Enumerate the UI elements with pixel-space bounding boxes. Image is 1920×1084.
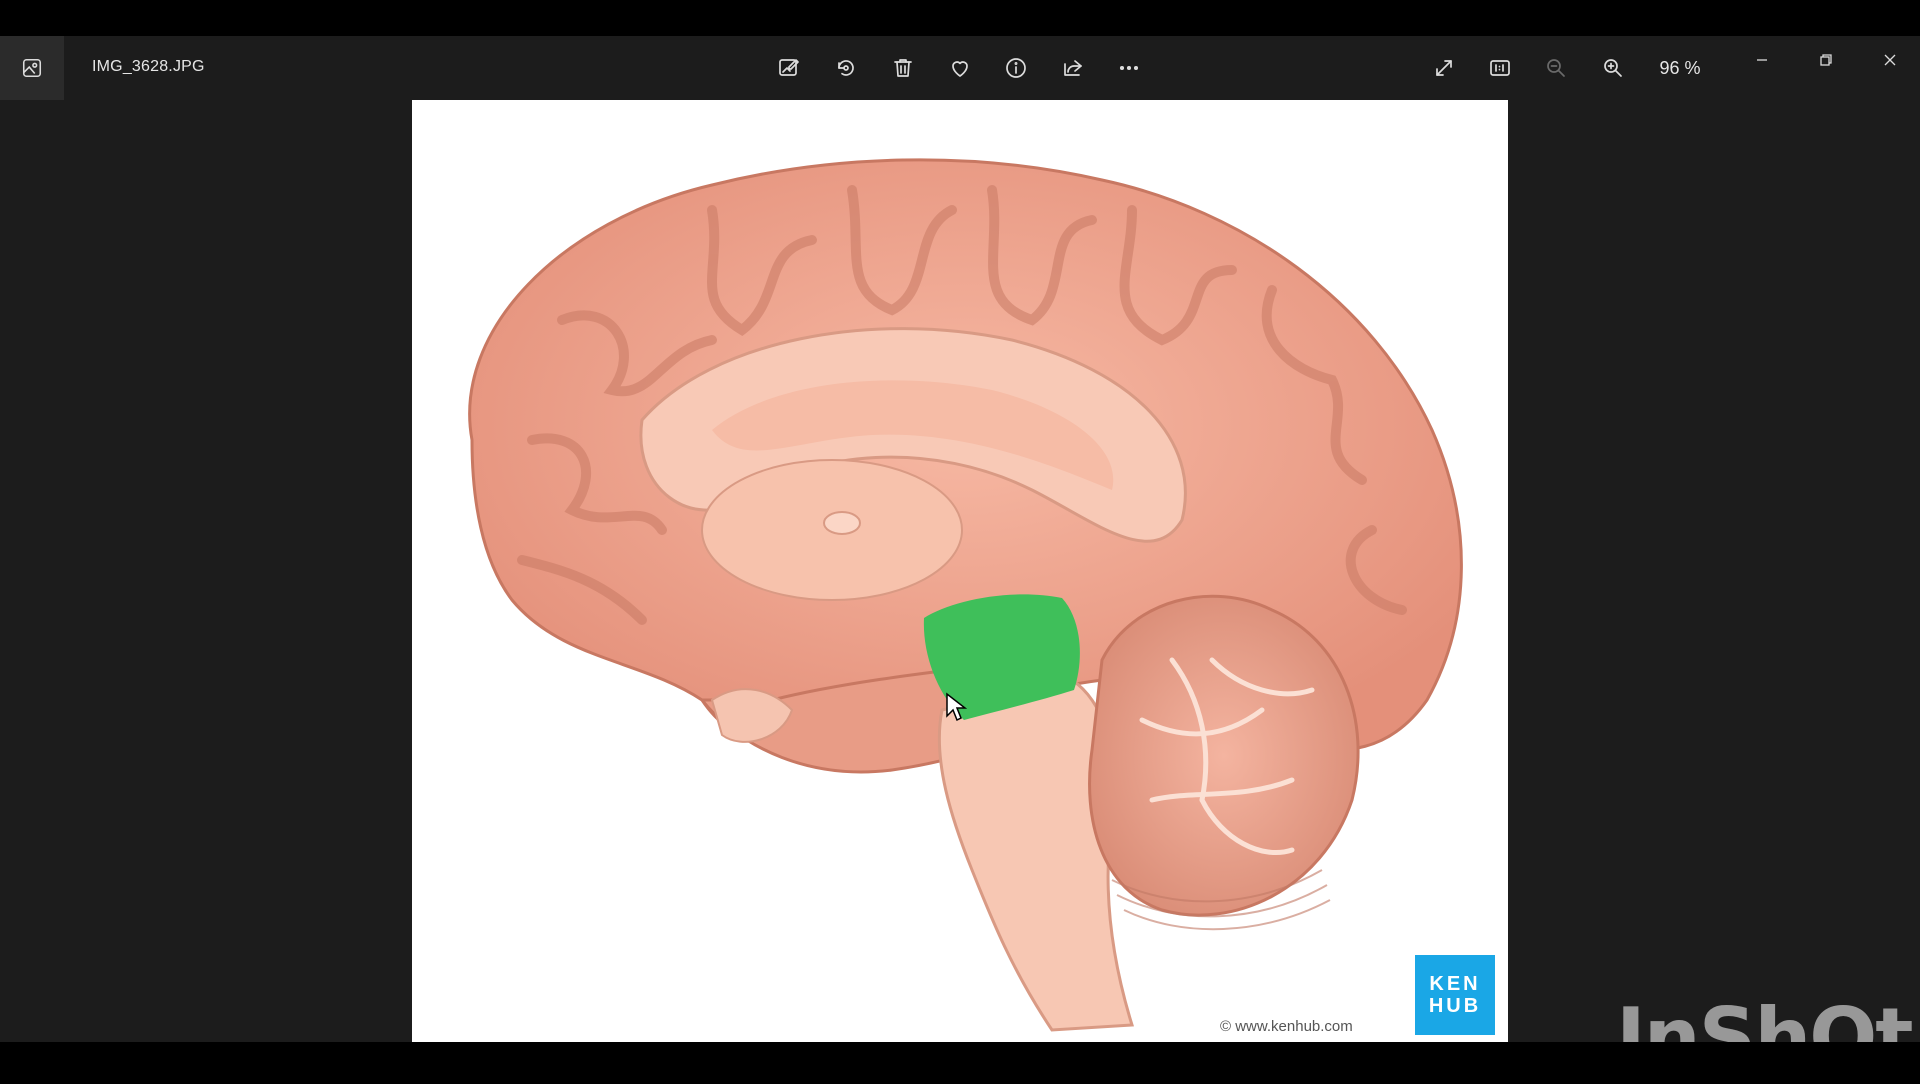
fullscreen-icon[interactable] <box>1426 50 1462 86</box>
zoom-level[interactable]: 96 % <box>1650 54 1710 82</box>
mouse-cursor-icon <box>946 692 967 722</box>
title-bar: IMG_3628.JPG 96 % <box>0 36 1920 100</box>
more-icon[interactable] <box>1111 50 1147 86</box>
top-letterbox <box>0 0 1920 36</box>
favorite-icon[interactable] <box>942 50 978 86</box>
actual-size-icon[interactable] <box>1482 50 1518 86</box>
zoom-in-icon[interactable] <box>1595 50 1631 86</box>
minimize-icon[interactable] <box>1734 40 1790 80</box>
delete-icon[interactable] <box>885 50 921 86</box>
image-canvas[interactable]: KEN HUB © www.kenhub.com <box>412 100 1508 1043</box>
brain-illustration <box>468 158 1463 1032</box>
share-icon[interactable] <box>1055 50 1091 86</box>
file-name: IMG_3628.JPG <box>92 58 205 75</box>
photos-app-window: IMG_3628.JPG 96 % KEN HUB © www.kenhub.c… <box>0 36 1920 1084</box>
logo-line-2: HUB <box>1428 995 1482 1017</box>
zoom-out-icon[interactable] <box>1538 50 1574 86</box>
close-icon[interactable] <box>1862 40 1918 80</box>
bottom-letterbox <box>0 1042 1920 1080</box>
info-icon[interactable] <box>998 50 1034 86</box>
logo-line-1: KEN <box>1429 973 1481 995</box>
copyright-text: © www.kenhub.com <box>1220 1018 1353 1035</box>
photos-app-icon[interactable] <box>0 36 64 100</box>
edit-image-icon[interactable] <box>771 50 807 86</box>
restore-icon[interactable] <box>1798 40 1854 80</box>
rotate-icon[interactable] <box>828 50 864 86</box>
kenhub-logo: KEN HUB <box>1415 955 1495 1035</box>
